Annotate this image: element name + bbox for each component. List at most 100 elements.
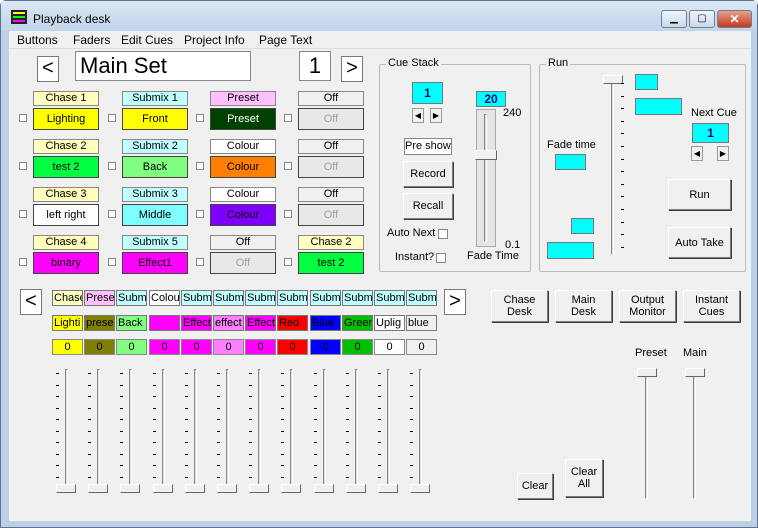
- channel-fader[interactable]: [153, 367, 177, 499]
- instant-checkbox[interactable]: [436, 253, 446, 263]
- playback-button-label[interactable]: Off: [298, 187, 364, 202]
- channel-fader[interactable]: [56, 367, 80, 499]
- minimize-button[interactable]: ▁: [661, 10, 687, 28]
- playback-button[interactable]: Lighting: [33, 108, 99, 130]
- button-enable-checkbox[interactable]: [284, 258, 292, 266]
- fade-time-thumb[interactable]: [475, 150, 497, 160]
- playback-button-label[interactable]: Off: [210, 235, 276, 250]
- playback-button[interactable]: Off: [298, 156, 364, 178]
- fader-prev-button[interactable]: <: [20, 289, 42, 315]
- button-enable-checkbox[interactable]: [108, 258, 116, 266]
- channel-fader-thumb[interactable]: [378, 484, 398, 493]
- button-enable-checkbox[interactable]: [19, 114, 27, 122]
- clear-button[interactable]: Clear: [517, 473, 553, 499]
- channel-fader-thumb[interactable]: [120, 484, 140, 493]
- channel-fader[interactable]: [281, 367, 305, 499]
- clear-all-button[interactable]: Clear All: [565, 459, 603, 497]
- recall-button[interactable]: Recall: [403, 193, 453, 219]
- playback-button[interactable]: test 2: [298, 252, 364, 274]
- button-enable-checkbox[interactable]: [19, 258, 27, 266]
- playback-button-label[interactable]: Submix 1: [122, 91, 188, 106]
- channel-fader[interactable]: [314, 367, 338, 499]
- playback-button[interactable]: Effect1: [122, 252, 188, 274]
- playback-button[interactable]: Back: [122, 156, 188, 178]
- playback-button[interactable]: binary: [33, 252, 99, 274]
- channel-fader-thumb[interactable]: [346, 484, 366, 493]
- menu-edit-cues[interactable]: Edit Cues: [121, 33, 173, 47]
- preshow-field[interactable]: Pre show: [404, 138, 452, 155]
- channel-fader[interactable]: [88, 367, 112, 499]
- fader-next-button[interactable]: >: [444, 289, 466, 315]
- channel-fader[interactable]: [378, 367, 402, 499]
- close-button[interactable]: ✕: [717, 10, 752, 28]
- playback-button-label[interactable]: Chase 2: [33, 139, 99, 154]
- playback-button-label[interactable]: Chase 3: [33, 187, 99, 202]
- channel-fader[interactable]: [346, 367, 370, 499]
- playback-button-label[interactable]: Submix 2: [122, 139, 188, 154]
- channel-fader-thumb[interactable]: [185, 484, 205, 493]
- channel-fader-thumb[interactable]: [314, 484, 334, 493]
- playback-button[interactable]: Off: [298, 204, 364, 226]
- cue-spin-up[interactable]: ▶: [430, 108, 442, 123]
- menu-faders[interactable]: Faders: [73, 33, 110, 47]
- button-enable-checkbox[interactable]: [196, 210, 204, 218]
- button-enable-checkbox[interactable]: [108, 162, 116, 170]
- playback-button-label[interactable]: Submix 3: [122, 187, 188, 202]
- button-enable-checkbox[interactable]: [108, 210, 116, 218]
- channel-fader-thumb[interactable]: [249, 484, 269, 493]
- fade-time-slider[interactable]: [475, 109, 497, 247]
- playback-button[interactable]: left right: [33, 204, 99, 226]
- channel-fader[interactable]: [120, 367, 144, 499]
- channel-fader-thumb[interactable]: [56, 484, 76, 493]
- chase-desk-button[interactable]: Chase Desk: [491, 290, 548, 322]
- button-enable-checkbox[interactable]: [19, 162, 27, 170]
- menu-project-info[interactable]: Project Info: [184, 33, 245, 47]
- main-desk-button[interactable]: Main Desk: [555, 290, 612, 322]
- button-enable-checkbox[interactable]: [19, 210, 27, 218]
- preset-master-fader-thumb[interactable]: [637, 368, 657, 377]
- page-name[interactable]: Main Set: [75, 51, 251, 81]
- button-enable-checkbox[interactable]: [108, 114, 116, 122]
- next-cue-down[interactable]: ◀: [691, 146, 703, 161]
- cue-spin-down[interactable]: ◀: [412, 108, 424, 123]
- channel-fader-thumb[interactable]: [281, 484, 301, 493]
- playback-button[interactable]: Preset: [210, 108, 276, 130]
- output-monitor-button[interactable]: Output Monitor: [619, 290, 676, 322]
- playback-button[interactable]: Middle: [122, 204, 188, 226]
- next-cue-up[interactable]: ▶: [717, 146, 729, 161]
- playback-button[interactable]: test 2: [33, 156, 99, 178]
- playback-button[interactable]: Off: [298, 108, 364, 130]
- channel-fader[interactable]: [185, 367, 209, 499]
- page-next-button[interactable]: >: [341, 56, 363, 82]
- button-enable-checkbox[interactable]: [284, 162, 292, 170]
- button-enable-checkbox[interactable]: [196, 162, 204, 170]
- playback-button[interactable]: Front: [122, 108, 188, 130]
- run-fader-thumb[interactable]: [603, 75, 623, 84]
- playback-button-label[interactable]: Submix 5: [122, 235, 188, 250]
- playback-button-label[interactable]: Colour: [210, 139, 276, 154]
- run-button[interactable]: Run: [668, 179, 731, 210]
- button-enable-checkbox[interactable]: [284, 114, 292, 122]
- menu-page-text[interactable]: Page Text: [259, 33, 312, 47]
- maximize-button[interactable]: ▢: [689, 10, 715, 28]
- channel-fader-thumb[interactable]: [410, 484, 430, 493]
- playback-button-label[interactable]: Chase 4: [33, 235, 99, 250]
- auto-next-checkbox[interactable]: [438, 229, 448, 239]
- playback-button-label[interactable]: Off: [298, 139, 364, 154]
- playback-button[interactable]: Colour: [210, 204, 276, 226]
- playback-button-label[interactable]: Preset: [210, 91, 276, 106]
- channel-fader[interactable]: [217, 367, 241, 499]
- channel-fader-thumb[interactable]: [217, 484, 237, 493]
- button-enable-checkbox[interactable]: [284, 210, 292, 218]
- playback-button-label[interactable]: Off: [298, 91, 364, 106]
- playback-button-label[interactable]: Chase 2: [298, 235, 364, 250]
- run-fader[interactable]: [601, 75, 631, 257]
- auto-take-button[interactable]: Auto Take: [668, 227, 731, 258]
- channel-fader[interactable]: [249, 367, 273, 499]
- playback-button[interactable]: Colour: [210, 156, 276, 178]
- playback-button-label[interactable]: Colour: [210, 187, 276, 202]
- record-button[interactable]: Record: [403, 161, 453, 187]
- main-master-fader-thumb[interactable]: [685, 368, 705, 377]
- page-prev-button[interactable]: <: [37, 56, 59, 82]
- channel-fader-thumb[interactable]: [153, 484, 173, 493]
